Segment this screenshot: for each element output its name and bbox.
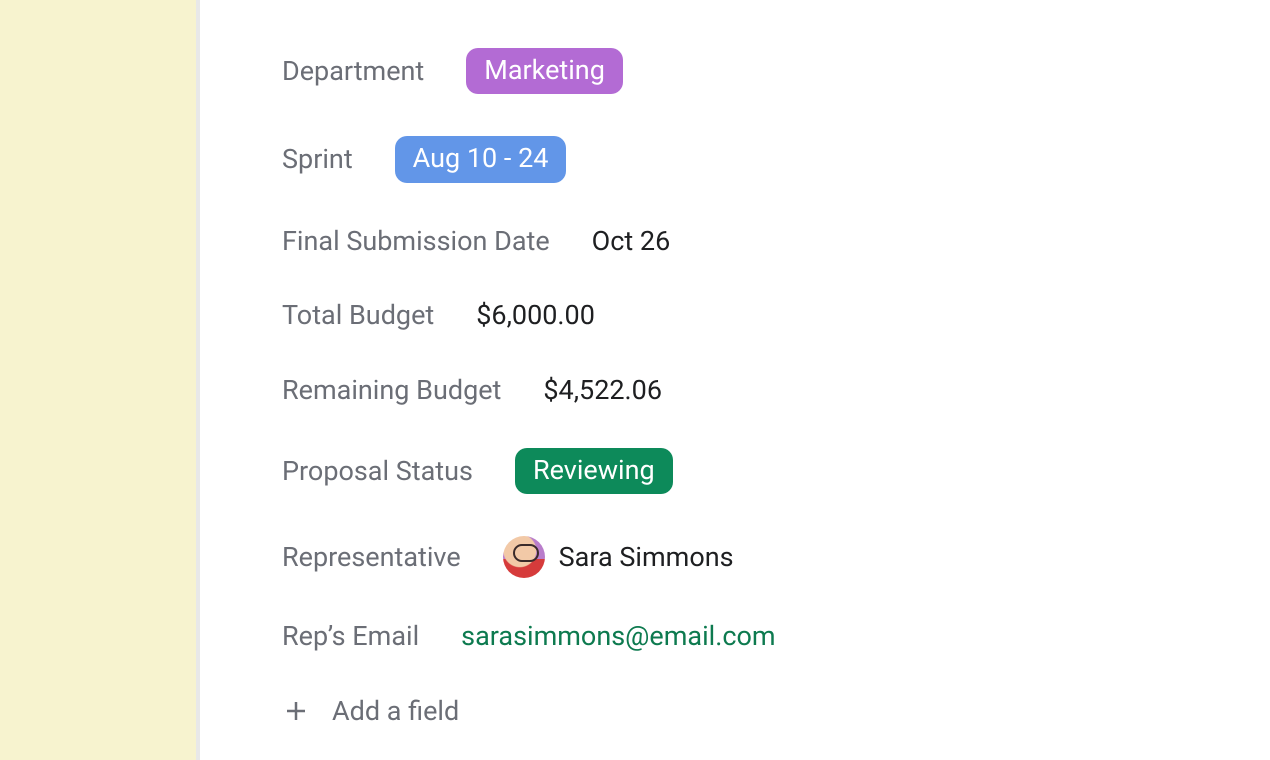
field-label-remaining-budget: Remaining Budget — [282, 374, 501, 406]
proposal-status-tag[interactable]: Reviewing — [515, 448, 673, 494]
field-final-submission-date[interactable]: Final Submission Date Oct 26 — [282, 225, 1270, 257]
field-remaining-budget[interactable]: Remaining Budget $4,522.06 — [282, 374, 1270, 406]
final-submission-value: Oct 26 — [592, 225, 671, 257]
rep-email-link[interactable]: sarasimmons@email.com — [461, 620, 775, 652]
field-list: Department Marketing Sprint Aug 10 - 24 … — [200, 0, 1270, 760]
plus-icon — [282, 697, 310, 725]
avatar — [503, 536, 545, 578]
field-department[interactable]: Department Marketing — [282, 48, 1270, 94]
add-field-label: Add a field — [332, 695, 459, 727]
field-proposal-status[interactable]: Proposal Status Reviewing — [282, 448, 1270, 494]
add-field-button[interactable]: Add a field — [282, 695, 1270, 727]
remaining-budget-value: $4,522.06 — [543, 374, 662, 406]
field-label-rep-email: Rep’s Email — [282, 620, 419, 652]
field-label-sprint: Sprint — [282, 143, 353, 175]
field-label-final-submission: Final Submission Date — [282, 225, 550, 257]
field-sprint[interactable]: Sprint Aug 10 - 24 — [282, 136, 1270, 182]
field-total-budget[interactable]: Total Budget $6,000.00 — [282, 299, 1270, 331]
field-representative[interactable]: Representative Sara Simmons — [282, 536, 1270, 578]
representative-value: Sara Simmons — [559, 541, 734, 573]
sprint-tag[interactable]: Aug 10 - 24 — [395, 136, 567, 182]
department-tag[interactable]: Marketing — [466, 48, 623, 94]
field-label-department: Department — [282, 55, 424, 87]
field-label-proposal-status: Proposal Status — [282, 455, 473, 487]
field-rep-email[interactable]: Rep’s Email sarasimmons@email.com — [282, 620, 1270, 652]
field-label-representative: Representative — [282, 541, 461, 573]
left-sidebar-strip — [0, 0, 200, 760]
total-budget-value: $6,000.00 — [476, 299, 595, 331]
field-label-total-budget: Total Budget — [282, 299, 434, 331]
